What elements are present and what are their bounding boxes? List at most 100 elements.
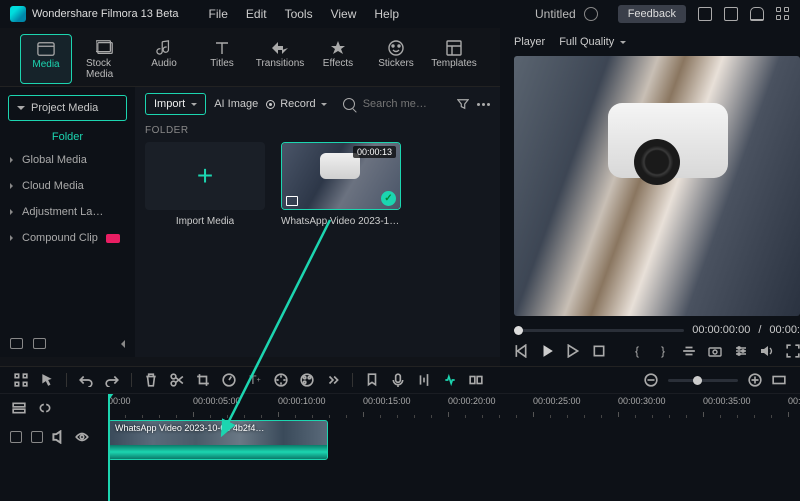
crop-button[interactable] [682, 344, 696, 358]
visibility-icon[interactable] [75, 430, 89, 444]
speed-button[interactable] [222, 373, 236, 387]
new-folder-icon[interactable] [10, 338, 23, 349]
import-media-label: Import Media [176, 216, 234, 227]
split-button[interactable] [170, 373, 184, 387]
media-clip-card[interactable]: 00:00:13 WhatsApp Video 2023-10-05… [281, 142, 401, 227]
timeline-ruler[interactable]: 00:0000:00:05:0000:00:10:0000:00:15:0000… [108, 394, 800, 418]
tab-media[interactable]: Media [20, 34, 72, 84]
import-button[interactable]: Import [145, 93, 206, 115]
project-sync-icon[interactable] [584, 7, 598, 21]
marker-button[interactable] [365, 373, 379, 387]
render-button[interactable] [469, 373, 483, 387]
voiceover-button[interactable] [391, 373, 405, 387]
preview-screen[interactable] [514, 56, 800, 316]
auto-ripple-icon[interactable] [443, 373, 457, 387]
lock-icon[interactable] [31, 431, 43, 443]
transitions-icon [271, 40, 289, 56]
new-bin-icon[interactable] [33, 338, 46, 349]
record-button[interactable]: Record [266, 98, 326, 110]
tab-audio-label: Audio [151, 58, 177, 69]
tab-effects[interactable]: Effects [312, 34, 364, 84]
chevron-right-icon [10, 235, 16, 241]
mute-icon[interactable] [52, 430, 66, 444]
sidebar-item-label: Global Media [22, 154, 87, 166]
fullscreen-button[interactable] [786, 344, 800, 358]
more-tools-icon[interactable] [326, 373, 340, 387]
ruler-tick: 00:00:25:00 [533, 396, 581, 406]
playhead[interactable] [108, 394, 110, 501]
collapse-sidebar-icon[interactable] [117, 340, 125, 348]
undo-button[interactable] [79, 373, 93, 387]
tab-titles[interactable]: Titles [196, 34, 248, 84]
menu-tools[interactable]: Tools [285, 7, 313, 21]
select-tool-icon[interactable] [14, 373, 28, 387]
prev-frame-button[interactable] [514, 344, 528, 358]
feedback-button[interactable]: Feedback [618, 5, 686, 23]
track-headers [0, 394, 108, 501]
tab-templates[interactable]: Templates [428, 34, 480, 84]
zoom-slider[interactable] [668, 379, 738, 382]
sidebar-item-label: Cloud Media [22, 180, 84, 192]
crop-tool-icon[interactable] [196, 373, 210, 387]
mark-in-button[interactable]: { [630, 344, 644, 358]
sidebar-item-global-media[interactable]: Global Media [0, 147, 135, 173]
settings-button[interactable] [734, 344, 748, 358]
monitor-icon[interactable] [698, 7, 712, 21]
project-title[interactable]: Untitled [535, 7, 576, 21]
text-tool-icon[interactable]: T+ [248, 373, 262, 387]
redo-button[interactable] [105, 373, 119, 387]
sidebar-item-adjustment-layer[interactable]: Adjustment La… [0, 199, 135, 225]
tab-audio[interactable]: Audio [138, 34, 190, 84]
volume-button[interactable] [760, 344, 774, 358]
zoom-out-button[interactable] [644, 373, 658, 387]
timeline-clip[interactable]: WhatsApp Video 2023-10-05 4b2f4… [108, 420, 328, 460]
menu-file[interactable]: File [209, 7, 228, 21]
play-forward-button[interactable] [566, 344, 580, 358]
quality-dropdown[interactable]: Full Quality [559, 36, 626, 48]
tab-templates-label: Templates [431, 58, 477, 69]
video-track-header[interactable] [0, 422, 108, 452]
pointer-tool-icon[interactable] [40, 373, 54, 387]
apps-grid-icon[interactable] [776, 7, 790, 21]
audio-icon [155, 40, 173, 56]
ruler-tick: 00:00:20:00 [448, 396, 496, 406]
menu-view[interactable]: View [331, 7, 357, 21]
time-separator: / [758, 324, 761, 336]
stop-button[interactable] [592, 344, 606, 358]
play-button[interactable] [540, 344, 554, 358]
menu-help[interactable]: Help [374, 7, 399, 21]
tab-transitions-label: Transitions [256, 58, 305, 69]
mark-out-button[interactable]: } [656, 344, 670, 358]
filter-icon[interactable] [457, 98, 469, 110]
track-menu-icon[interactable] [12, 401, 26, 415]
audio-mix-button[interactable] [417, 373, 431, 387]
tab-stickers[interactable]: Stickers [370, 34, 422, 84]
cloud-icon[interactable] [750, 7, 764, 21]
tab-stock-media[interactable]: Stock Media [78, 34, 132, 84]
media-toolbar: Import AI Image Record [145, 93, 490, 115]
ai-image-button[interactable]: AI Image [214, 98, 258, 110]
keyframe-button[interactable] [274, 373, 288, 387]
project-media-button[interactable]: Project Media [8, 95, 127, 121]
more-options-icon[interactable] [477, 103, 490, 106]
snapshot-button[interactable] [708, 344, 722, 358]
zoom-fit-button[interactable] [772, 373, 786, 387]
search-input[interactable] [363, 98, 443, 110]
search-icon[interactable] [343, 98, 355, 110]
delete-button[interactable] [144, 373, 158, 387]
time-total: 00:00: [769, 324, 800, 336]
color-button[interactable] [300, 373, 314, 387]
record-dot-icon [266, 100, 275, 109]
menu-edit[interactable]: Edit [246, 7, 267, 21]
clip-duration-badge: 00:00:13 [353, 146, 396, 158]
seek-slider[interactable] [514, 329, 684, 332]
save-icon[interactable] [724, 7, 738, 21]
zoom-in-button[interactable] [748, 373, 762, 387]
import-media-card[interactable]: + Import Media [145, 142, 265, 227]
sidebar-item-cloud-media[interactable]: Cloud Media [0, 173, 135, 199]
timeline-tracks[interactable]: 00:0000:00:05:0000:00:10:0000:00:15:0000… [108, 394, 800, 501]
sidebar-item-compound-clip[interactable]: Compound Clip [0, 225, 135, 251]
workspace: Media Stock Media Audio Titles Transitio… [0, 28, 800, 366]
link-toggle-icon[interactable] [38, 401, 52, 415]
tab-transitions[interactable]: Transitions [254, 34, 306, 84]
